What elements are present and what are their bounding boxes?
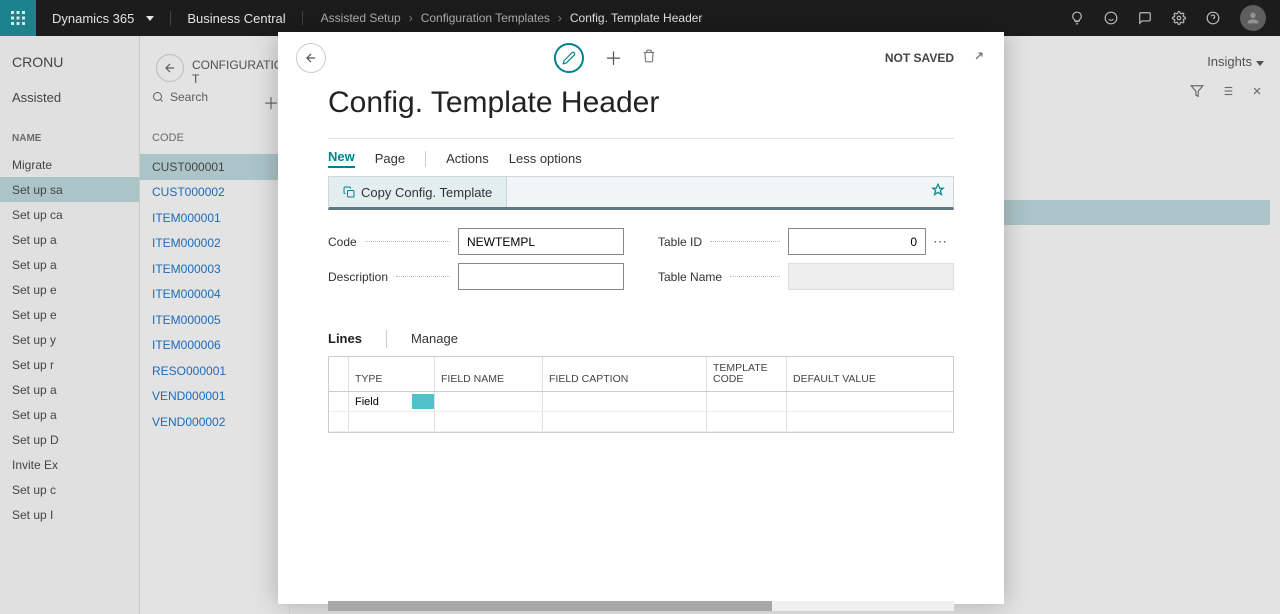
tab-less-options[interactable]: Less options: [509, 151, 582, 166]
tablename-field-row: Table Name: [658, 263, 954, 290]
code-field-row: Code: [328, 228, 624, 255]
copy-icon: [343, 186, 355, 198]
copy-config-template-button[interactable]: Copy Config. Template: [329, 177, 507, 207]
row-selector-header[interactable]: [329, 357, 349, 391]
template-header-card: ＋ NOT SAVED Config. Template Header New …: [278, 32, 1004, 604]
tableid-lookup-button[interactable]: ⋯: [926, 233, 954, 250]
defaultvalue-column-header[interactable]: DEFAULT VALUE: [787, 357, 953, 391]
code-label: Code: [328, 235, 357, 249]
save-status: NOT SAVED: [885, 51, 954, 65]
card-tabs: New Page Actions Less options: [328, 139, 954, 176]
templatecode-column-header[interactable]: TEMPLATE CODE: [707, 357, 787, 391]
scrollbar-thumb[interactable]: [328, 601, 772, 611]
description-label: Description: [328, 270, 388, 284]
action-bar: Copy Config. Template: [328, 176, 954, 210]
description-field-row: Description: [328, 263, 624, 290]
type-column-header[interactable]: TYPE: [349, 357, 435, 391]
description-input[interactable]: [458, 263, 624, 290]
back-button[interactable]: [296, 43, 326, 73]
tab-page[interactable]: Page: [375, 151, 405, 166]
card-toolbar: ＋ NOT SAVED: [278, 32, 1004, 84]
tab-new[interactable]: New: [328, 149, 355, 168]
new-button[interactable]: ＋: [604, 45, 622, 71]
tableid-label: Table ID: [658, 235, 702, 249]
expand-button[interactable]: [972, 49, 986, 68]
tablename-label: Table Name: [658, 270, 722, 284]
cell-editor[interactable]: [412, 394, 434, 409]
code-input[interactable]: [458, 228, 624, 255]
manage-menu[interactable]: Manage: [411, 331, 458, 346]
lines-tab[interactable]: Lines: [328, 331, 362, 346]
pin-icon[interactable]: [931, 183, 945, 202]
grid-row[interactable]: Field: [329, 392, 953, 412]
horizontal-scrollbar[interactable]: [328, 601, 954, 611]
lines-grid: TYPE FIELD NAME FIELD CAPTION TEMPLATE C…: [328, 356, 954, 433]
delete-button[interactable]: [642, 49, 656, 68]
fieldcaption-column-header[interactable]: FIELD CAPTION: [543, 357, 707, 391]
tableid-input[interactable]: [788, 228, 926, 255]
edit-button[interactable]: [554, 43, 584, 73]
card-title: Config. Template Header: [328, 84, 954, 138]
tableid-field-row: Table ID ⋯: [658, 228, 954, 255]
tab-actions[interactable]: Actions: [446, 151, 489, 166]
fieldname-column-header[interactable]: FIELD NAME: [435, 357, 543, 391]
grid-row[interactable]: [329, 412, 953, 432]
tablename-input: [788, 263, 954, 290]
